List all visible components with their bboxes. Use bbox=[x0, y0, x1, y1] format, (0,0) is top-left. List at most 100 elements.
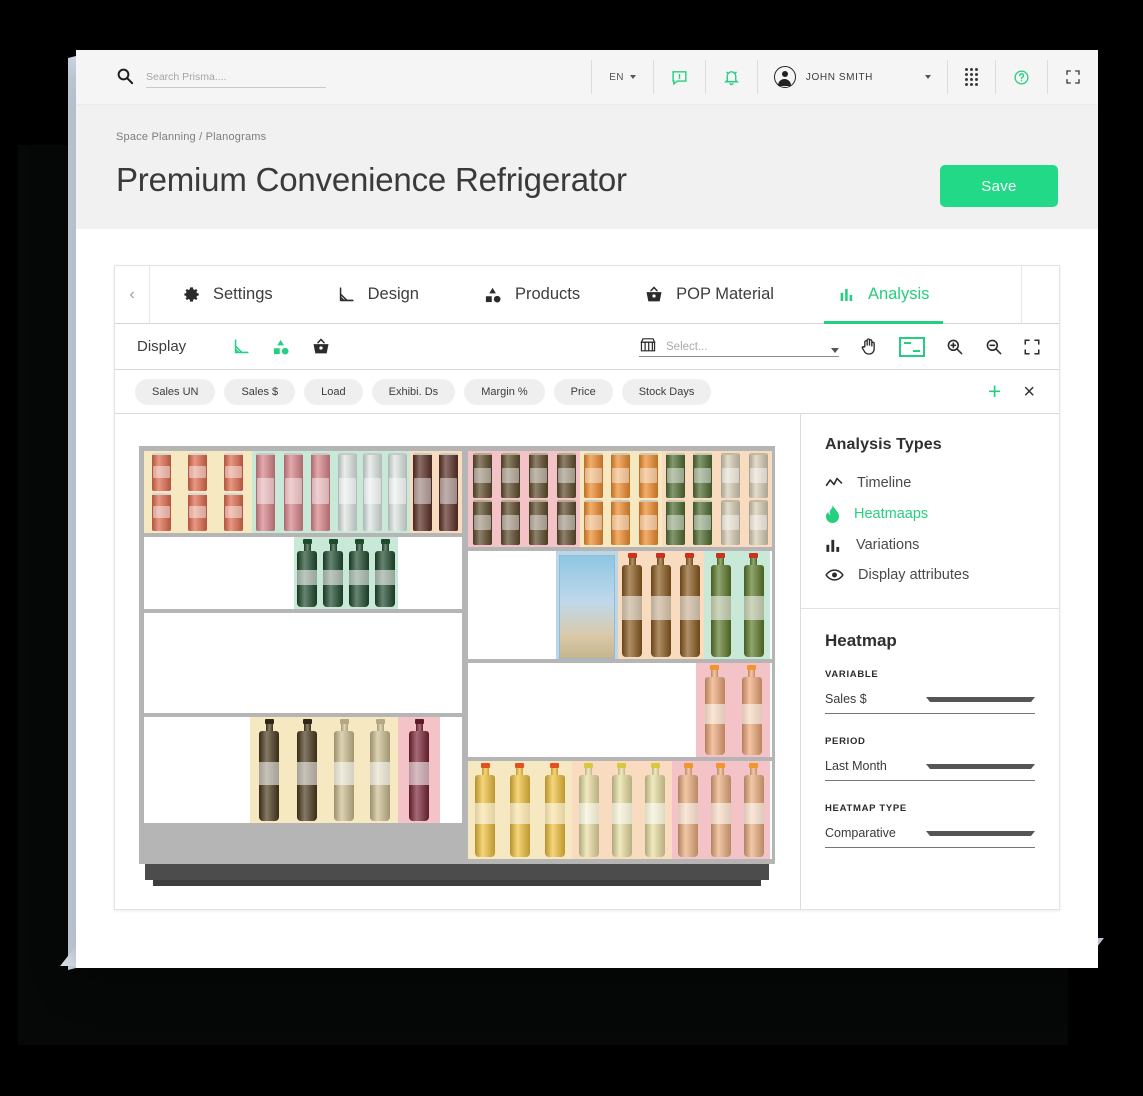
product-facing[interactable] bbox=[370, 719, 390, 821]
chip-price[interactable]: Price bbox=[554, 379, 613, 405]
tab-settings[interactable]: Settings bbox=[150, 266, 305, 323]
product-facing[interactable] bbox=[749, 453, 768, 498]
heatmap-segment[interactable] bbox=[672, 761, 770, 859]
heatmap-segment[interactable] bbox=[468, 761, 572, 859]
search-input[interactable] bbox=[146, 71, 326, 88]
shelf[interactable] bbox=[468, 761, 772, 859]
product-facing[interactable] bbox=[529, 453, 548, 498]
heatmap-segment[interactable] bbox=[410, 451, 462, 533]
heatmap-segment[interactable] bbox=[618, 551, 704, 659]
shelf[interactable] bbox=[468, 451, 772, 547]
fullscreen-icon[interactable] bbox=[1023, 338, 1041, 356]
heatmap-segment[interactable] bbox=[294, 537, 398, 609]
shelf[interactable] bbox=[144, 717, 462, 823]
product-facing[interactable] bbox=[678, 763, 698, 857]
analysis-item-heatmaps[interactable]: Heatmaaps bbox=[825, 498, 1035, 530]
tab-analysis[interactable]: Analysis bbox=[806, 266, 961, 323]
product-facing[interactable] bbox=[510, 763, 530, 857]
heatmap-segment[interactable] bbox=[326, 717, 398, 823]
tab-design[interactable]: Design bbox=[305, 266, 451, 323]
product-facing[interactable] bbox=[409, 719, 429, 821]
heatmap-segment[interactable] bbox=[398, 537, 456, 609]
chip-margin[interactable]: Margin % bbox=[464, 379, 544, 405]
tab-products[interactable]: Products bbox=[451, 266, 612, 323]
product-facing[interactable] bbox=[666, 500, 685, 545]
tab-pop-material[interactable]: POP Material bbox=[612, 266, 806, 323]
product-facing[interactable] bbox=[639, 500, 658, 545]
product-facing[interactable] bbox=[557, 453, 576, 498]
shelf[interactable] bbox=[144, 537, 462, 609]
messages-button[interactable] bbox=[654, 60, 705, 94]
zoom-out-icon[interactable] bbox=[984, 337, 1003, 356]
analysis-item-timeline[interactable]: Timeline bbox=[825, 468, 1035, 498]
chip-exhibi-ds[interactable]: Exhibi. Ds bbox=[372, 379, 456, 405]
breadcrumb[interactable]: Space Planning / Planograms bbox=[116, 131, 1058, 143]
product-facing[interactable] bbox=[297, 719, 317, 821]
language-selector[interactable]: EN bbox=[592, 60, 653, 94]
period-select[interactable]: Last Month bbox=[825, 759, 1035, 781]
shelf[interactable] bbox=[468, 663, 772, 757]
save-button[interactable]: Save bbox=[940, 165, 1058, 207]
basket-icon[interactable] bbox=[311, 337, 331, 357]
product-facing[interactable] bbox=[645, 763, 665, 857]
product-facing[interactable] bbox=[579, 763, 599, 857]
heatmap-segment[interactable] bbox=[716, 451, 772, 547]
heatmap-segment[interactable] bbox=[468, 451, 580, 547]
product-facing[interactable] bbox=[611, 500, 630, 545]
heatmap-segment[interactable] bbox=[556, 551, 618, 659]
help-button[interactable] bbox=[996, 60, 1047, 94]
product-facing[interactable] bbox=[188, 453, 207, 491]
fit-to-screen-icon[interactable] bbox=[899, 337, 925, 357]
heatmap-segment[interactable] bbox=[144, 613, 456, 713]
product-facing[interactable] bbox=[651, 553, 671, 657]
heatmap-segment[interactable] bbox=[468, 663, 696, 757]
apps-launcher-button[interactable] bbox=[948, 60, 995, 94]
product-facing[interactable] bbox=[705, 665, 725, 755]
analysis-item-display-attributes[interactable]: Display attributes bbox=[825, 560, 1035, 590]
collapse-panel-button[interactable]: ‹ bbox=[115, 266, 150, 323]
product-facing[interactable] bbox=[349, 539, 369, 607]
product-facing[interactable] bbox=[666, 453, 685, 498]
product-facing[interactable] bbox=[473, 453, 492, 498]
product-facing[interactable] bbox=[475, 763, 495, 857]
product-facing[interactable] bbox=[545, 763, 565, 857]
heatmap-segment[interactable] bbox=[250, 717, 326, 823]
heatmap-segment[interactable] bbox=[398, 717, 440, 823]
heatmap-segment[interactable] bbox=[696, 663, 770, 757]
product-facing[interactable] bbox=[721, 500, 740, 545]
product-facing[interactable] bbox=[413, 453, 432, 531]
shelf[interactable] bbox=[468, 551, 772, 659]
product-facing[interactable] bbox=[152, 493, 171, 531]
product-facing[interactable] bbox=[744, 763, 764, 857]
heatmap-segment[interactable] bbox=[704, 551, 770, 659]
chip-stock-days[interactable]: Stock Days bbox=[622, 379, 712, 405]
chip-sales-dollar[interactable]: Sales $ bbox=[224, 379, 295, 405]
product-facing[interactable] bbox=[711, 553, 731, 657]
global-search[interactable] bbox=[116, 67, 326, 88]
store-select[interactable]: Select... bbox=[639, 337, 839, 357]
product-facing[interactable] bbox=[622, 553, 642, 657]
product-facing[interactable] bbox=[501, 453, 520, 498]
ruler-icon[interactable] bbox=[232, 337, 251, 356]
product-facing[interactable] bbox=[584, 453, 603, 498]
product-facing[interactable] bbox=[388, 453, 407, 531]
product-facing[interactable] bbox=[529, 500, 548, 545]
pop-poster[interactable] bbox=[559, 555, 615, 659]
product-facing[interactable] bbox=[693, 453, 712, 498]
product-facing[interactable] bbox=[188, 493, 207, 531]
product-facing[interactable] bbox=[557, 500, 576, 545]
product-facing[interactable] bbox=[711, 763, 731, 857]
user-menu[interactable]: JOHN SMITH bbox=[758, 66, 947, 88]
product-facing[interactable] bbox=[334, 719, 354, 821]
heatmap-segment[interactable] bbox=[468, 551, 556, 659]
product-facing[interactable] bbox=[256, 453, 275, 531]
product-facing[interactable] bbox=[439, 453, 458, 531]
product-facing[interactable] bbox=[639, 453, 658, 498]
product-facing[interactable] bbox=[375, 539, 395, 607]
product-facing[interactable] bbox=[338, 453, 357, 531]
product-facing[interactable] bbox=[224, 493, 243, 531]
planogram-canvas[interactable] bbox=[115, 414, 801, 909]
heatmap-segment[interactable] bbox=[572, 761, 672, 859]
variable-select[interactable]: Sales $ bbox=[825, 692, 1035, 714]
product-facing[interactable] bbox=[584, 500, 603, 545]
